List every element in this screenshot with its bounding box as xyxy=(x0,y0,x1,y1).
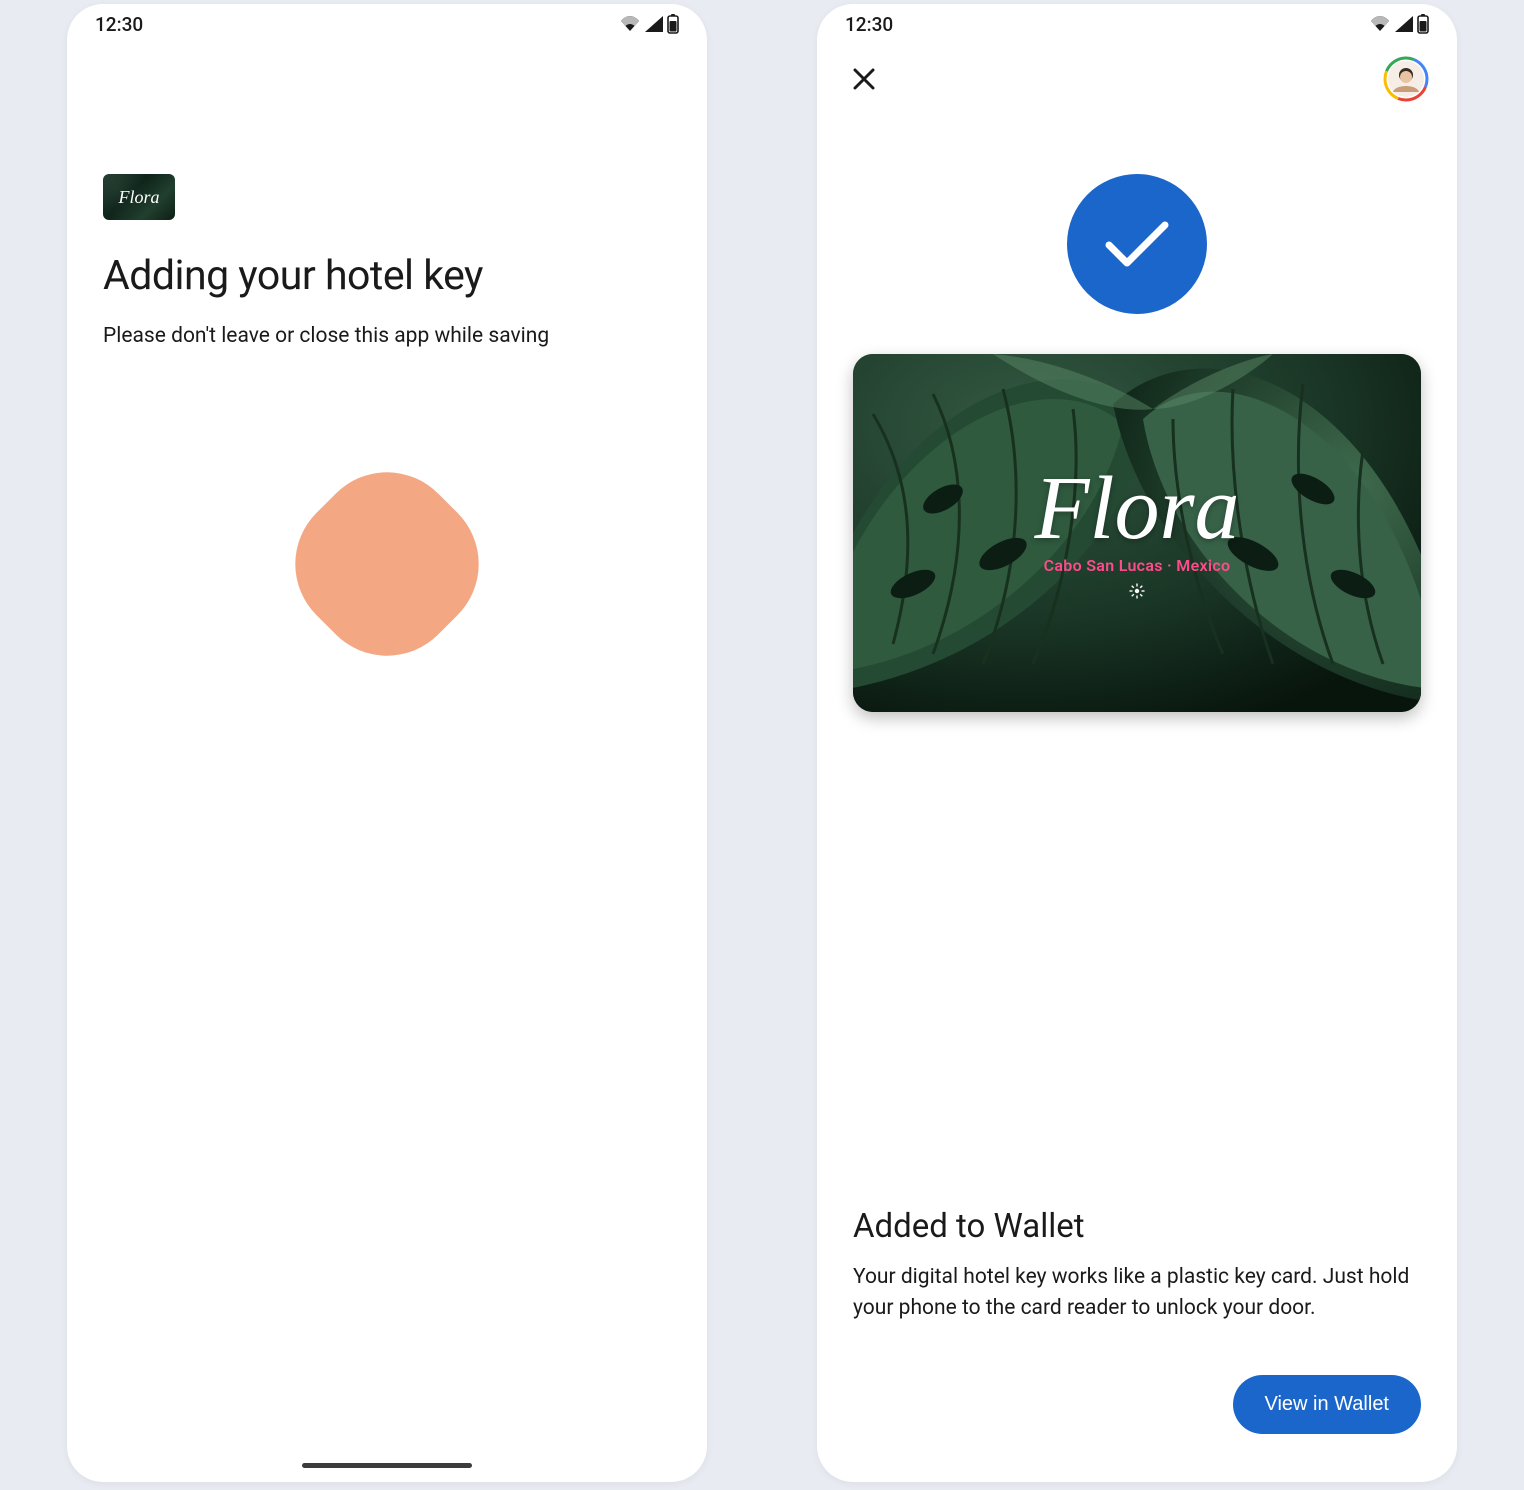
hotel-brand-name: Flora xyxy=(1034,464,1239,554)
status-time: 12:30 xyxy=(95,13,143,36)
status-bar: 12:30 xyxy=(67,4,707,44)
hotel-location: Cabo San Lucas · Mexico xyxy=(1044,556,1231,575)
hotel-key-thumbnail-brand: Flora xyxy=(118,187,159,208)
phone-screen-added: 12:30 xyxy=(817,4,1457,1482)
status-icons xyxy=(619,14,679,34)
success-check-circle xyxy=(1067,174,1207,314)
check-icon xyxy=(1101,215,1173,273)
avatar-ring-icon xyxy=(1383,56,1429,102)
close-icon xyxy=(850,65,878,93)
status-time: 12:30 xyxy=(845,13,893,36)
heading-adding-key: Adding your hotel key xyxy=(103,252,671,300)
cellular-icon xyxy=(644,15,664,33)
hotel-key-card[interactable]: Flora Cabo San Lucas · Mexico xyxy=(853,354,1421,712)
status-icons xyxy=(1369,14,1429,34)
status-bar: 12:30 xyxy=(817,4,1457,44)
description-added-to-wallet: Your digital hotel key works like a plas… xyxy=(853,1262,1421,1323)
wifi-icon xyxy=(619,15,641,33)
wifi-icon xyxy=(1369,15,1391,33)
hotel-key-thumbnail: Flora xyxy=(103,174,175,220)
spinner-shape xyxy=(265,442,508,685)
view-in-wallet-button[interactable]: View in Wallet xyxy=(1233,1375,1422,1434)
subheading-adding-key: Please don't leave or close this app whi… xyxy=(103,324,671,348)
loading-spinner xyxy=(103,478,671,650)
cellular-icon xyxy=(1394,15,1414,33)
header-row xyxy=(817,44,1457,114)
sun-icon xyxy=(1129,583,1145,603)
battery-icon xyxy=(1417,14,1429,34)
account-avatar-button[interactable] xyxy=(1383,56,1429,102)
close-button[interactable] xyxy=(845,60,883,98)
home-indicator[interactable] xyxy=(302,1463,472,1468)
phone-screen-adding: 12:30 Flora Adding your hotel key Please… xyxy=(67,4,707,1482)
heading-added-to-wallet: Added to Wallet xyxy=(853,1207,1421,1246)
battery-icon xyxy=(667,14,679,34)
